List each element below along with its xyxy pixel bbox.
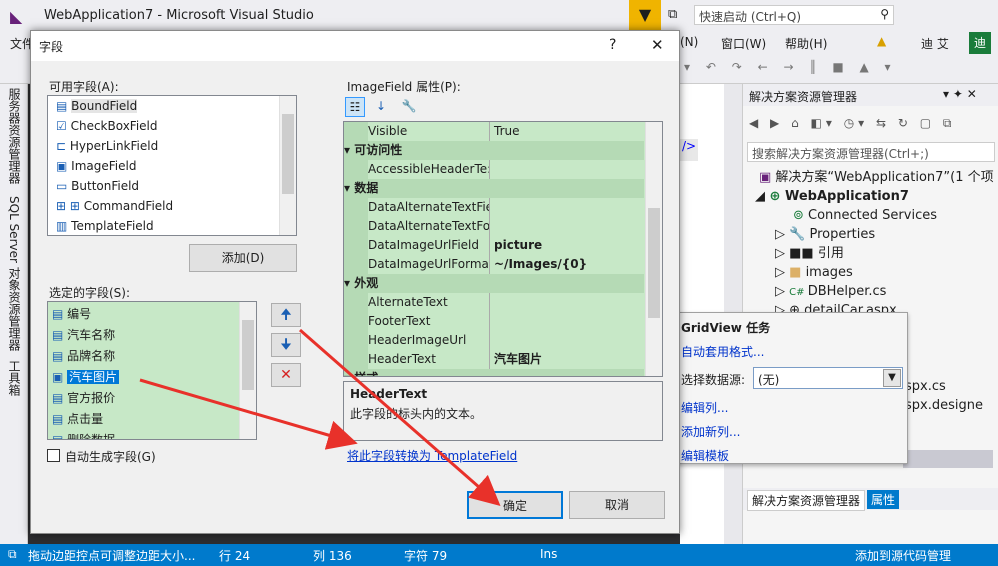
annotation-arrows [139, 328, 501, 506]
arrow-to-ok-button [299, 328, 501, 506]
arrow-to-convert-link [139, 378, 358, 450]
